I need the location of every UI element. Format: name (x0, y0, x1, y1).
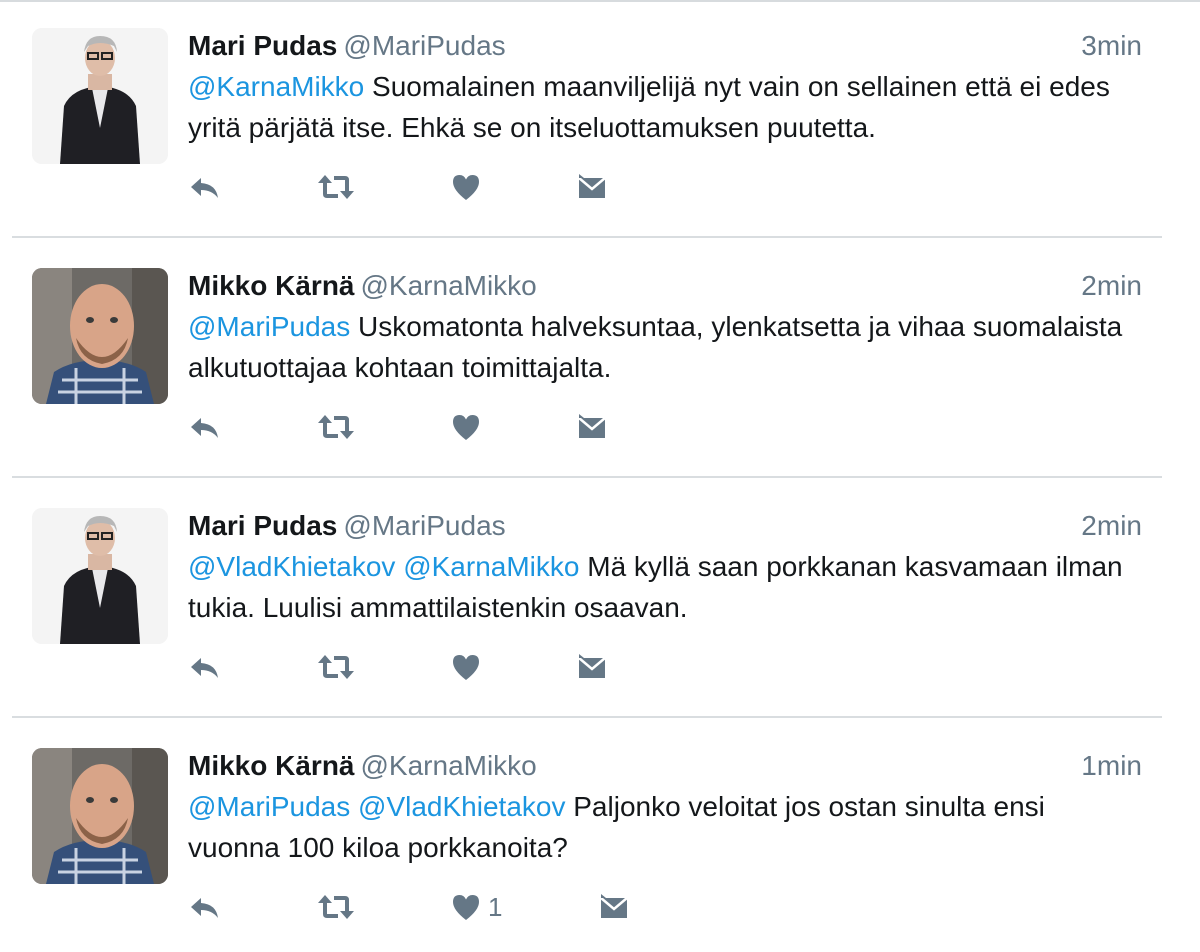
direct-message-button[interactable] (576, 410, 608, 444)
tweet-content: Mari Pudas @MariPudas 3min @KarnaMikko Su… (188, 26, 1148, 200)
tweet-timestamp[interactable]: 3min (1081, 26, 1142, 66)
tweet-actions (188, 650, 788, 684)
avatar-mikko-karna[interactable] (32, 748, 168, 884)
reply-button[interactable] (188, 890, 222, 924)
author-handle[interactable]: @MariPudas (343, 510, 505, 541)
heart-icon (453, 895, 479, 920)
like-button[interactable] (450, 170, 488, 204)
retweet-button[interactable] (316, 410, 356, 444)
retweet-button[interactable] (316, 650, 356, 684)
tweet-content: Mikko Kärnä @KarnaMikko 2min @MariPudas U… (188, 266, 1148, 440)
mikko-karna-avatar-image (32, 268, 168, 404)
avatar-mikko-karna[interactable] (32, 268, 168, 404)
tweet-actions (188, 170, 788, 204)
reply-icon (191, 418, 218, 438)
retweet-icon (318, 895, 354, 919)
tweet-timeline: Mari Pudas @MariPudas 3min @KarnaMikko Su… (0, 0, 1200, 952)
tweet-timestamp[interactable]: 2min (1081, 506, 1142, 546)
heart-icon (453, 415, 479, 440)
direct-message-icon (578, 174, 606, 198)
reply-button[interactable] (188, 170, 222, 204)
like-button[interactable] (450, 410, 488, 444)
mention-links[interactable]: @MariPudas @VladKhietakov (188, 791, 565, 822)
tweet-actions (188, 410, 788, 444)
retweet-button[interactable] (316, 890, 356, 924)
reply-button[interactable] (188, 650, 222, 684)
tweet-text: @MariPudas Uskomatonta halveksuntaa, yle… (188, 306, 1138, 388)
reply-button[interactable] (188, 410, 222, 444)
retweet-icon (318, 175, 354, 199)
tweet[interactable]: Mari Pudas @MariPudas 2min @VladKhietakov… (0, 480, 1200, 718)
tweet-divider (12, 716, 1162, 718)
tweet-text: @KarnaMikko Suomalainen maanviljelijä ny… (188, 66, 1138, 148)
tweet-content: Mikko Kärnä @KarnaMikko 1min @MariPudas @… (188, 746, 1148, 922)
reply-icon (191, 658, 218, 678)
direct-message-icon (578, 654, 606, 678)
like-button[interactable]: 1 (450, 890, 502, 924)
tweet-divider (12, 476, 1162, 478)
like-button[interactable] (450, 650, 488, 684)
tweet-header: Mikko Kärnä @KarnaMikko 2min (188, 266, 1148, 306)
reply-icon (191, 178, 218, 198)
tweet-text: @VladKhietakov @KarnaMikko Mä kyllä saan… (188, 546, 1138, 628)
mari-pudas-avatar-image (32, 508, 168, 644)
avatar-mari-pudas[interactable] (32, 28, 168, 164)
mention-links[interactable]: @VladKhietakov @KarnaMikko (188, 551, 579, 582)
tweet-content: Mari Pudas @MariPudas 2min @VladKhietakov… (188, 506, 1148, 680)
tweet-header: Mikko Kärnä @KarnaMikko 1min (188, 746, 1148, 786)
direct-message-button[interactable] (576, 170, 608, 204)
author-name[interactable]: Mikko Kärnä (188, 270, 355, 301)
retweet-button[interactable] (316, 170, 356, 204)
tweet[interactable]: Mikko Kärnä @KarnaMikko 1min @MariPudas @… (0, 720, 1200, 952)
retweet-icon (318, 655, 354, 679)
heart-icon (453, 175, 479, 200)
author-name[interactable]: Mikko Kärnä (188, 750, 355, 781)
tweet-timestamp[interactable]: 2min (1081, 266, 1142, 306)
direct-message-button[interactable] (576, 650, 608, 684)
direct-message-icon (600, 894, 628, 918)
tweet-header: Mari Pudas @MariPudas 3min (188, 26, 1148, 66)
tweet[interactable]: Mari Pudas @MariPudas 3min @KarnaMikko Su… (0, 0, 1200, 238)
avatar-mari-pudas[interactable] (32, 508, 168, 644)
author-handle[interactable]: @MariPudas (343, 30, 505, 61)
tweet[interactable]: Mikko Kärnä @KarnaMikko 2min @MariPudas U… (0, 240, 1200, 478)
direct-message-button[interactable] (598, 890, 630, 924)
like-count: 1 (488, 892, 503, 922)
mention-links[interactable]: @MariPudas (188, 311, 350, 342)
mari-pudas-avatar-image (32, 28, 168, 164)
tweet-timestamp[interactable]: 1min (1081, 746, 1142, 786)
author-handle[interactable]: @KarnaMikko (361, 270, 537, 301)
mikko-karna-avatar-image (32, 748, 168, 884)
tweet-text: @MariPudas @VladKhietakov Paljonko veloi… (188, 786, 1138, 868)
author-name[interactable]: Mari Pudas (188, 30, 337, 61)
retweet-icon (318, 415, 354, 439)
tweet-divider (12, 236, 1162, 238)
heart-icon (453, 655, 479, 680)
direct-message-icon (578, 414, 606, 438)
mention-links[interactable]: @KarnaMikko (188, 71, 364, 102)
author-handle[interactable]: @KarnaMikko (361, 750, 537, 781)
tweet-actions: 1 (188, 890, 788, 924)
reply-icon (191, 898, 218, 918)
author-name[interactable]: Mari Pudas (188, 510, 337, 541)
tweet-header: Mari Pudas @MariPudas 2min (188, 506, 1148, 546)
